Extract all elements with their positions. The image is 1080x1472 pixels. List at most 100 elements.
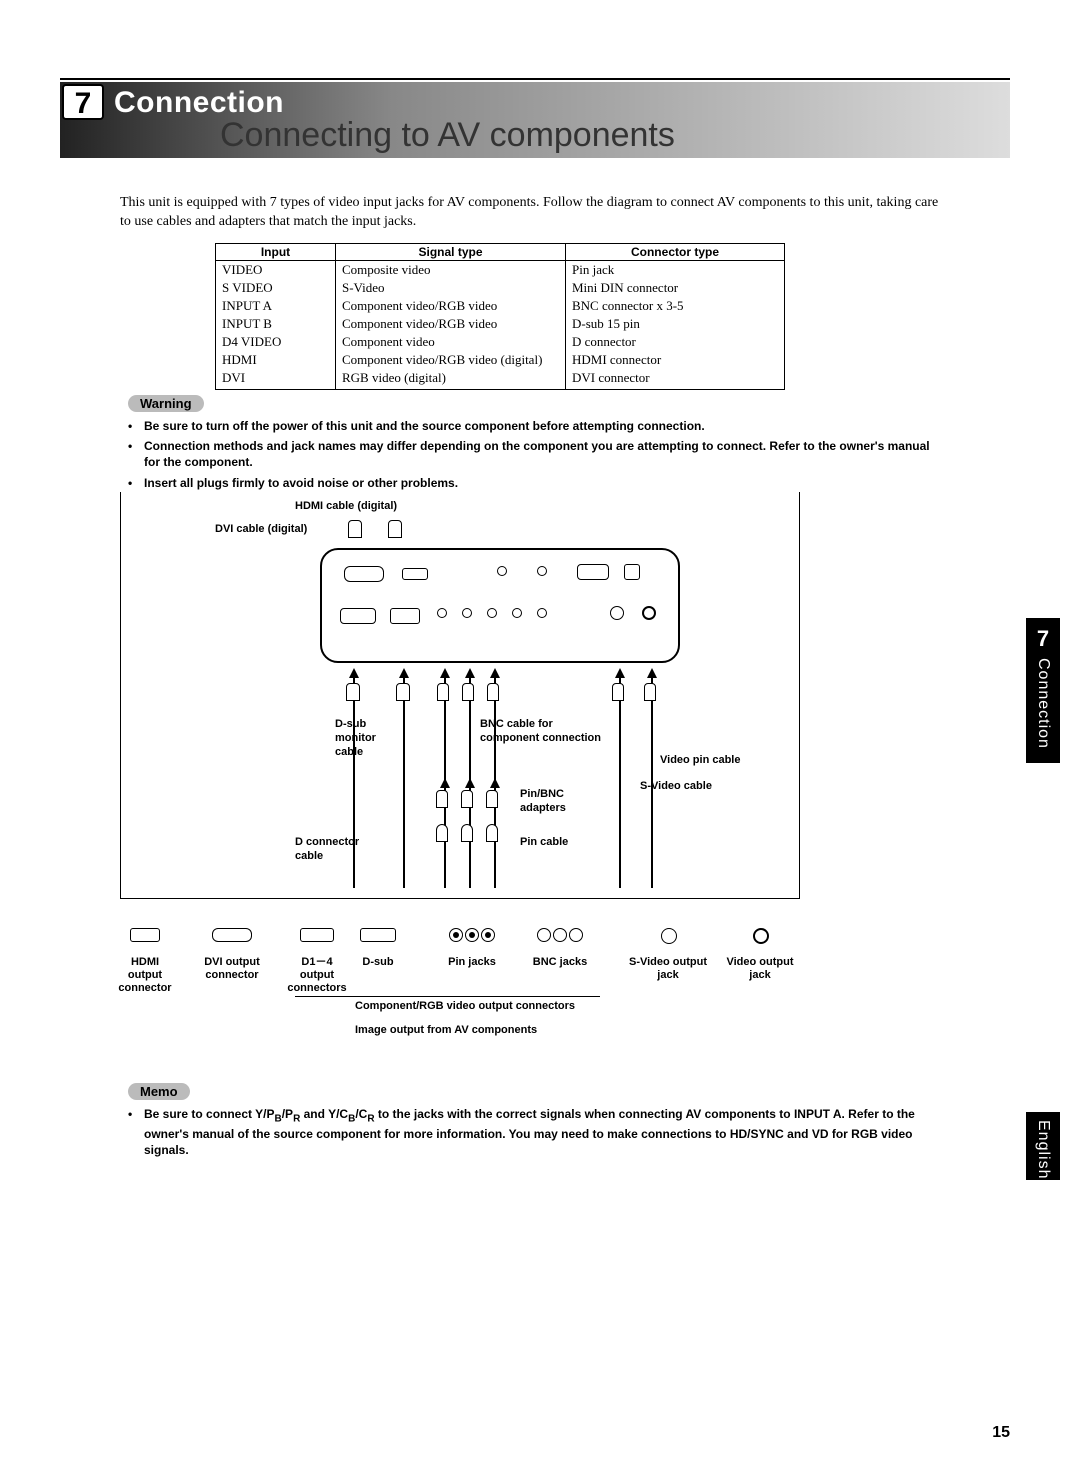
dsub-port-icon (340, 608, 376, 624)
memo-text: and Y/C (300, 1107, 348, 1121)
arrow-up-icon (615, 668, 625, 678)
cable-line (469, 842, 471, 888)
intro-text: This unit is equipped with 7 types of vi… (120, 194, 940, 232)
cable-line (444, 842, 446, 888)
memo-text: /P (282, 1107, 293, 1121)
port-icon (624, 564, 640, 580)
plug-icon (436, 824, 448, 842)
label-pinbnc-adapters: Pin/BNC adapters (520, 788, 566, 816)
bnc-port-icon (512, 608, 522, 618)
plug-icon (348, 520, 362, 538)
cell: Pin jack (566, 261, 785, 280)
cable-line (494, 678, 496, 848)
bnc-port-icon (487, 608, 497, 618)
diagram-vline-right (799, 492, 800, 898)
cell: Component video (336, 333, 566, 351)
bnc-port-icon (462, 608, 472, 618)
plug-icon (612, 683, 624, 701)
cell: D4 VIDEO (216, 333, 336, 351)
th-signal: Signal type (336, 244, 566, 261)
cell: Component video/RGB video (digital) (336, 351, 566, 369)
label-bnc-conn: BNC jacks (515, 956, 605, 969)
svideo-port-icon (610, 606, 624, 620)
video-jack-icon (752, 928, 770, 949)
plug-icon (388, 520, 402, 538)
plug-icon (486, 824, 498, 842)
chapter-subtitle: Connecting to AV components (220, 116, 675, 155)
label-video-pin-cable: Video pin cable (660, 754, 741, 768)
hdmi-connector-icon (130, 928, 160, 947)
side-tab-label: English (1034, 1120, 1052, 1179)
table-row: INPUT BComponent video/RGB videoD-sub 15… (216, 315, 785, 333)
arrow-up-icon (490, 778, 500, 788)
label-dsub-monitor: D-sub monitor cable (335, 718, 376, 759)
hdmi-port-icon (402, 568, 428, 580)
label-group-component-rgb: Component/RGB video output connectors (355, 1000, 575, 1012)
plug-icon (346, 683, 360, 701)
side-tab-label: Connection (1034, 658, 1052, 749)
cell: INPUT B (216, 315, 336, 333)
cell: S-Video (336, 279, 566, 297)
dsub-port-icon (577, 564, 609, 580)
port-icon (497, 566, 507, 576)
table-row: VIDEOComposite videoPin jack (216, 261, 785, 280)
label-group-image-output: Image output from AV components (355, 1024, 537, 1036)
arrow-up-icon (465, 668, 475, 678)
projector-rear-panel (320, 548, 680, 663)
cell: S VIDEO (216, 279, 336, 297)
memo-text: /C (355, 1107, 367, 1121)
cell: Component video/RGB video (336, 297, 566, 315)
diagram-hr (120, 898, 800, 899)
memo-sub: B (274, 1113, 281, 1124)
list-item: Insert all plugs firmly to avoid noise o… (128, 475, 948, 491)
warning-bullets: Be sure to turn off the power of this un… (128, 418, 948, 495)
cell: HDMI (216, 351, 336, 369)
arrow-up-icon (399, 668, 409, 678)
cable-line (403, 678, 405, 888)
port-icon (537, 566, 547, 576)
plug-icon (436, 790, 448, 808)
cable-line (444, 678, 446, 848)
label-svideo-cable: S-Video cable (640, 780, 712, 794)
label-pin-conn: Pin jacks (427, 956, 517, 969)
arrow-up-icon (647, 668, 657, 678)
group-underline (295, 996, 600, 997)
list-item: Be sure to connect Y/PB/PR and Y/CB/CR t… (128, 1106, 948, 1158)
plug-icon (396, 683, 410, 701)
chapter-number-box: 7 (62, 84, 104, 120)
pin-jacks-icon (448, 928, 496, 947)
bnc-port-icon (537, 608, 547, 618)
side-tab-english: English (1026, 1112, 1060, 1180)
cell: Component video/RGB video (336, 315, 566, 333)
label-svideo-conn: S-Video output jack (623, 956, 713, 982)
plug-icon (644, 683, 656, 701)
arrow-up-icon (465, 778, 475, 788)
cell: Mini DIN connector (566, 279, 785, 297)
table-row: D4 VIDEOComponent videoD connector (216, 333, 785, 351)
svideo-jack-icon (660, 928, 678, 949)
cell: BNC connector x 3-5 (566, 297, 785, 315)
side-tab-number: 7 (1026, 626, 1060, 652)
plug-icon (437, 683, 449, 701)
label-pin-cable: Pin cable (520, 836, 568, 850)
plug-icon (462, 683, 474, 701)
label-hdmi-cable: HDMI cable (digital) (295, 500, 397, 514)
cable-line (494, 842, 496, 888)
cell: DVI (216, 369, 336, 390)
table-header-row: Input Signal type Connector type (216, 244, 785, 261)
cell: RGB video (digital) (336, 369, 566, 390)
plug-icon (461, 824, 473, 842)
cell: VIDEO (216, 261, 336, 280)
arrow-up-icon (490, 668, 500, 678)
d14-connector-icon (300, 928, 334, 947)
label-bnc-cable: BNC cable for component connection (480, 718, 601, 746)
plug-icon (461, 790, 473, 808)
label-dsub-conn: D-sub (333, 956, 423, 969)
cell: HDMI connector (566, 351, 785, 369)
list-item: Connection methods and jack names may di… (128, 438, 948, 470)
label-dvi-cable: DVI cable (digital) (215, 523, 307, 537)
side-tab-connection: 7 Connection (1026, 618, 1060, 763)
diagram-vline-left (120, 492, 121, 898)
cell: Composite video (336, 261, 566, 280)
header-bar: 7 Connection Connecting to AV components (60, 78, 1010, 158)
